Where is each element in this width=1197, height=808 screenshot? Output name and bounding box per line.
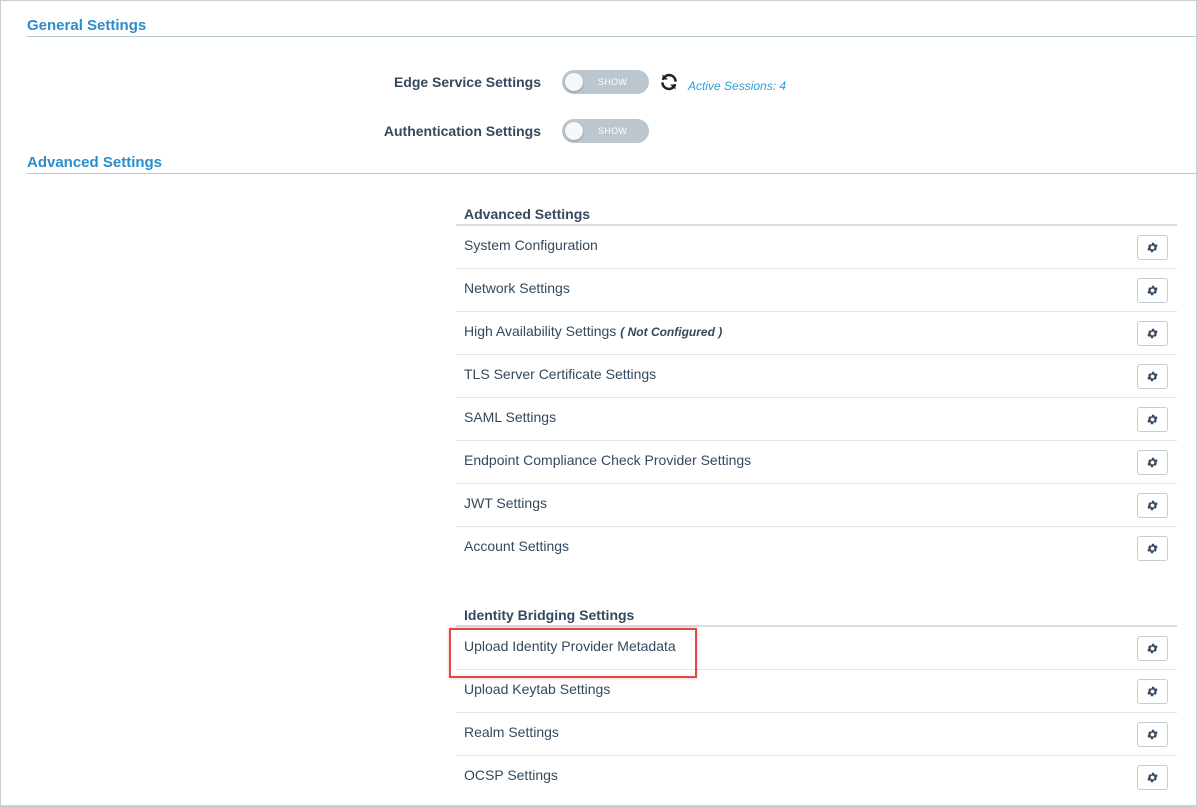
settings-gear-button[interactable] bbox=[1137, 536, 1168, 561]
toggle-text: SHOW bbox=[598, 126, 628, 136]
settings-gear-button[interactable] bbox=[1137, 636, 1168, 661]
gear-icon bbox=[1146, 771, 1159, 784]
gear-icon bbox=[1146, 241, 1159, 254]
gear-icon bbox=[1146, 542, 1159, 555]
settings-gear-button[interactable] bbox=[1137, 235, 1168, 260]
settings-gear-button[interactable] bbox=[1137, 765, 1168, 790]
gear-icon bbox=[1146, 327, 1159, 340]
settings-row-text: Upload Identity Provider Metadata bbox=[464, 638, 676, 654]
settings-row-text: Network Settings bbox=[464, 280, 570, 296]
settings-row-text: TLS Server Certificate Settings bbox=[464, 366, 657, 382]
gear-icon bbox=[1146, 284, 1159, 297]
settings-row: High Availability Settings( Not Configur… bbox=[456, 312, 1177, 355]
edge-service-row: Edge Service Settings SHOW Active Sessio… bbox=[1, 69, 1197, 95]
gear-icon bbox=[1146, 642, 1159, 655]
advanced-panel-title: Advanced Settings bbox=[456, 202, 1177, 226]
settings-row: Account Settings bbox=[456, 527, 1177, 570]
settings-gear-button[interactable] bbox=[1137, 407, 1168, 432]
settings-gear-button[interactable] bbox=[1137, 364, 1168, 389]
settings-row: OCSP Settings bbox=[456, 756, 1177, 799]
advanced-settings-panel: Advanced Settings System Configuration Ne… bbox=[456, 202, 1177, 570]
advanced-settings-title: Advanced Settings bbox=[27, 154, 163, 171]
gear-icon bbox=[1146, 728, 1159, 741]
settings-row-label[interactable]: Endpoint Compliance Check Provider Setti… bbox=[464, 452, 751, 468]
settings-row: Endpoint Compliance Check Provider Setti… bbox=[456, 441, 1177, 484]
general-settings-title: General Settings bbox=[27, 17, 147, 34]
gear-icon bbox=[1146, 685, 1159, 698]
toggle-text: SHOW bbox=[598, 77, 628, 87]
advanced-settings-header: Advanced Settings bbox=[27, 154, 1196, 174]
settings-frame: General Settings Edge Service Settings S… bbox=[0, 0, 1197, 808]
edge-service-toggle[interactable]: SHOW bbox=[562, 70, 649, 94]
settings-row: SAML Settings bbox=[456, 398, 1177, 441]
settings-row-label[interactable]: JWT Settings bbox=[464, 495, 547, 511]
settings-row: TLS Server Certificate Settings bbox=[456, 355, 1177, 398]
general-settings-header: General Settings bbox=[27, 17, 1196, 37]
settings-row-label[interactable]: Account Settings bbox=[464, 538, 569, 554]
identity-settings-list: Upload Identity Provider Metadata Upload … bbox=[456, 627, 1177, 799]
gear-icon bbox=[1146, 413, 1159, 426]
settings-row-text: JWT Settings bbox=[464, 495, 547, 511]
settings-row-label[interactable]: Network Settings bbox=[464, 280, 570, 296]
settings-row-text: Realm Settings bbox=[464, 724, 559, 740]
settings-row-label[interactable]: OCSP Settings bbox=[464, 767, 558, 783]
settings-row-text: High Availability Settings bbox=[464, 323, 617, 339]
settings-row: Upload Identity Provider Metadata bbox=[456, 627, 1177, 670]
settings-row-text: Upload Keytab Settings bbox=[464, 681, 611, 697]
settings-gear-button[interactable] bbox=[1137, 321, 1168, 346]
gear-icon bbox=[1146, 499, 1159, 512]
authentication-toggle[interactable]: SHOW bbox=[562, 119, 649, 143]
settings-row-text: Account Settings bbox=[464, 538, 570, 554]
gear-icon bbox=[1146, 456, 1159, 469]
gear-icon bbox=[1146, 370, 1159, 383]
status-note: ( Not Configured ) bbox=[620, 325, 723, 339]
settings-row-label[interactable]: Realm Settings bbox=[464, 724, 559, 740]
toggle-knob bbox=[565, 73, 583, 91]
authentication-label: Authentication Settings bbox=[383, 123, 541, 139]
settings-row-label[interactable]: SAML Settings bbox=[464, 409, 556, 425]
settings-row-text: System Configuration bbox=[464, 237, 598, 253]
settings-row: Network Settings bbox=[456, 269, 1177, 312]
edge-service-label: Edge Service Settings bbox=[393, 74, 541, 90]
settings-gear-button[interactable] bbox=[1137, 722, 1168, 747]
settings-row: System Configuration bbox=[456, 226, 1177, 269]
active-sessions-link[interactable]: Active Sessions: 4 bbox=[688, 79, 786, 93]
authentication-row: Authentication Settings SHOW bbox=[1, 118, 1197, 144]
settings-gear-button[interactable] bbox=[1137, 450, 1168, 475]
settings-row-label[interactable]: Upload Identity Provider Metadata bbox=[464, 638, 676, 654]
settings-gear-button[interactable] bbox=[1137, 493, 1168, 518]
settings-gear-button[interactable] bbox=[1137, 278, 1168, 303]
settings-row: Upload Keytab Settings bbox=[456, 670, 1177, 713]
identity-panel-title: Identity Bridging Settings bbox=[456, 603, 1177, 627]
advanced-settings-list: System Configuration Network Settings High… bbox=[456, 226, 1177, 570]
settings-row: JWT Settings bbox=[456, 484, 1177, 527]
settings-row-text: OCSP Settings bbox=[464, 767, 558, 783]
settings-row-text: SAML Settings bbox=[464, 409, 557, 425]
identity-bridging-panel: Identity Bridging Settings Upload Identi… bbox=[456, 603, 1177, 799]
settings-row-label[interactable]: TLS Server Certificate Settings bbox=[464, 366, 656, 382]
settings-row-label[interactable]: System Configuration bbox=[464, 237, 598, 253]
settings-row: Realm Settings bbox=[456, 713, 1177, 756]
refresh-icon[interactable] bbox=[659, 72, 679, 92]
settings-gear-button[interactable] bbox=[1137, 679, 1168, 704]
settings-row-text: Endpoint Compliance Check Provider Setti… bbox=[464, 452, 752, 468]
toggle-knob bbox=[565, 122, 583, 140]
settings-row-label[interactable]: Upload Keytab Settings bbox=[464, 681, 610, 697]
settings-row-label[interactable]: High Availability Settings( Not Configur… bbox=[464, 323, 722, 339]
